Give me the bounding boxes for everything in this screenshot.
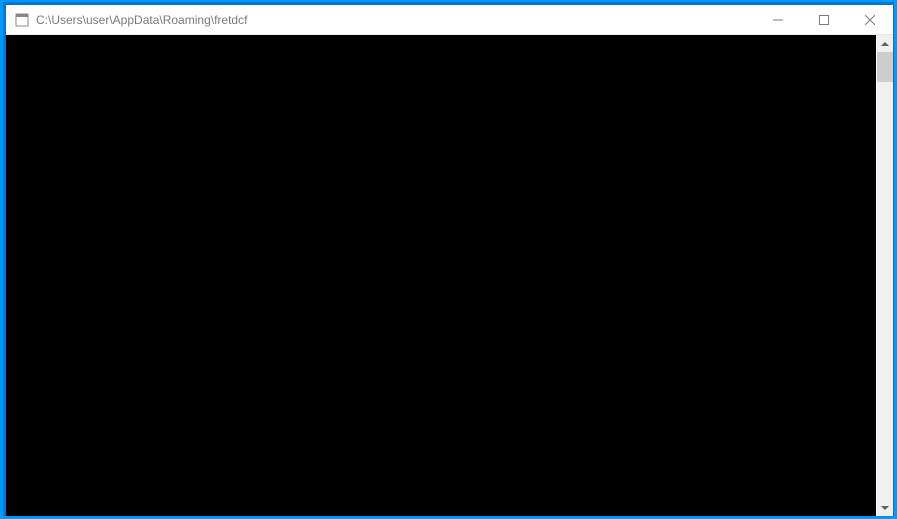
scroll-thumb[interactable] xyxy=(877,52,893,82)
content-area xyxy=(6,35,893,516)
maximize-icon xyxy=(819,15,829,25)
close-button[interactable] xyxy=(847,5,893,34)
scroll-down-arrow[interactable] xyxy=(877,499,893,516)
minimize-icon xyxy=(773,15,783,25)
window-controls xyxy=(755,5,893,34)
console-viewport[interactable] xyxy=(6,35,876,516)
vertical-scrollbar[interactable] xyxy=(876,35,893,516)
chevron-up-icon xyxy=(881,42,889,46)
scroll-track[interactable] xyxy=(877,52,893,499)
console-window: C:\Users\user\AppData\Roaming\fretdcf xyxy=(6,5,893,516)
chevron-down-icon xyxy=(881,506,889,510)
app-icon xyxy=(14,12,30,28)
titlebar[interactable]: C:\Users\user\AppData\Roaming\fretdcf xyxy=(6,5,893,35)
scroll-up-arrow[interactable] xyxy=(877,35,893,52)
console-output xyxy=(6,35,876,516)
minimize-button[interactable] xyxy=(755,5,801,34)
close-icon xyxy=(865,15,875,25)
maximize-button[interactable] xyxy=(801,5,847,34)
window-title: C:\Users\user\AppData\Roaming\fretdcf xyxy=(36,13,755,27)
